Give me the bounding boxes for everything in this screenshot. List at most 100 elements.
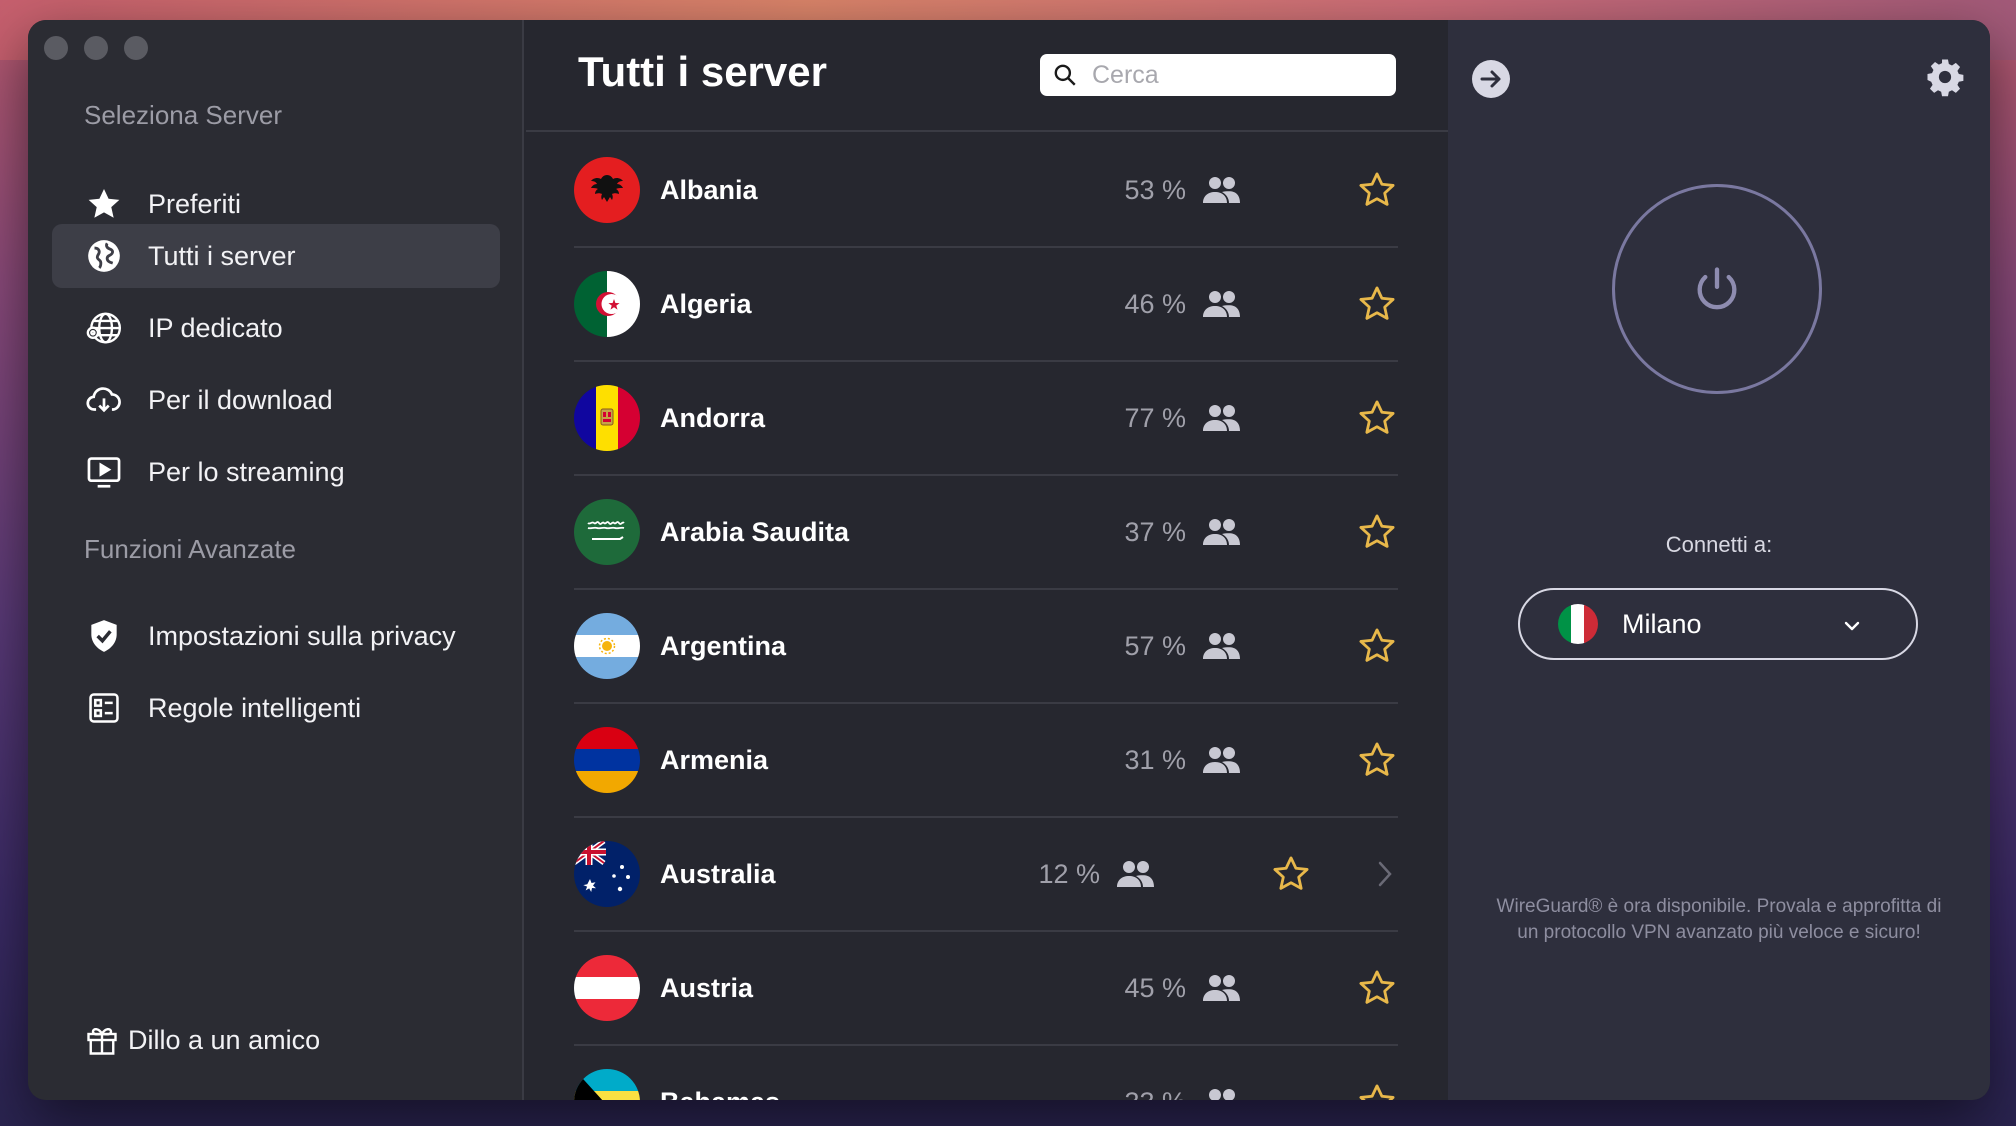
- sidebar-item-label: Per il download: [148, 384, 333, 415]
- star-icon: [84, 184, 124, 224]
- andorra-flag-icon: [574, 385, 640, 451]
- window-controls: [44, 36, 148, 60]
- country-name: Andorra: [660, 402, 766, 433]
- users-icon: [1203, 747, 1240, 773]
- server-row-andorra[interactable]: Andorra 77 %: [574, 362, 1398, 476]
- load-percent: 33 %: [1124, 1087, 1186, 1101]
- sidebar-item-smart-rules[interactable]: Regole intelligenti: [52, 676, 500, 740]
- server-row-algeria[interactable]: Algeria 46 %: [574, 248, 1398, 362]
- server-load: 45 %: [1124, 973, 1242, 1004]
- connection-panel: Connetti a: Milano WireGuard® è ora disp…: [1448, 20, 1990, 1100]
- wireguard-note: WireGuard® è ora disponibile. Provala e …: [1496, 896, 1942, 943]
- favorite-star-icon[interactable]: [1270, 853, 1312, 895]
- server-list-panel: Tutti i server Albania 53 %: [526, 20, 1448, 1100]
- app-window: Seleziona Server Preferiti Tutti i serve…: [28, 20, 1990, 1100]
- tell-a-friend-label: Dillo a un amico: [128, 1024, 321, 1055]
- shield-check-icon: [84, 616, 124, 656]
- server-row-austria[interactable]: Austria 45 %: [574, 932, 1398, 1046]
- chevron-down-icon: [1844, 621, 1860, 631]
- server-load: 57 %: [1124, 631, 1242, 662]
- server-load: 37 %: [1124, 517, 1242, 548]
- austria-flag-icon: [574, 955, 640, 1021]
- minimize-window-button[interactable]: [84, 36, 108, 60]
- rules-list-icon: [84, 688, 124, 728]
- arrow-right-icon[interactable]: [1470, 58, 1512, 100]
- load-percent: 31 %: [1124, 744, 1186, 775]
- sidebar-item-label: Regole intelligenti: [148, 692, 362, 723]
- server-row-argentina[interactable]: Argentina 57 %: [574, 590, 1398, 704]
- power-button[interactable]: [1612, 184, 1822, 394]
- country-name: Australia: [660, 858, 776, 889]
- armenia-flag-icon: [574, 727, 640, 793]
- server-load: 46 %: [1124, 289, 1242, 320]
- sidebar-item-label: Impostazioni sulla privacy: [148, 620, 456, 651]
- location-dropdown[interactable]: Milano: [1518, 588, 1918, 660]
- close-window-button[interactable]: [44, 36, 68, 60]
- server-load: 12 %: [1038, 859, 1156, 890]
- albania-flag-icon: [574, 157, 640, 223]
- users-icon: [1209, 1089, 1235, 1100]
- load-percent: 46 %: [1124, 288, 1186, 319]
- load-percent: 45 %: [1124, 972, 1186, 1003]
- cloud-download-icon: [84, 380, 124, 420]
- favorite-star-icon[interactable]: [1356, 511, 1398, 553]
- zoom-window-button[interactable]: [124, 36, 148, 60]
- gear-icon[interactable]: [1924, 56, 1966, 98]
- sidebar-item-all-servers[interactable]: Tutti i server: [52, 224, 500, 288]
- load-percent: 12 %: [1038, 858, 1100, 889]
- sidebar-item-label: Preferiti: [148, 188, 242, 219]
- country-name: Bahamas: [660, 1087, 780, 1101]
- users-icon: [1203, 975, 1240, 1001]
- search-input[interactable]: [1092, 60, 1372, 90]
- search-box[interactable]: [1040, 54, 1396, 96]
- users-icon: [1203, 291, 1240, 317]
- globe-icon: [84, 236, 124, 276]
- tell-a-friend-button[interactable]: Dillo a un amico: [84, 1022, 320, 1058]
- users-icon: [1203, 633, 1240, 659]
- server-row-albania[interactable]: Albania 53 %: [574, 134, 1398, 248]
- sidebar-item-privacy-settings[interactable]: Impostazioni sulla privacy: [52, 604, 500, 668]
- favorite-star-icon[interactable]: [1356, 169, 1398, 211]
- users-icon: [1203, 519, 1240, 545]
- favorite-star-icon[interactable]: [1356, 1081, 1398, 1100]
- section-label-servers: Seleziona Server: [84, 100, 282, 130]
- chevron-right-icon[interactable]: [1372, 859, 1398, 889]
- country-name: Armenia: [660, 744, 769, 775]
- users-icon: [1203, 405, 1240, 431]
- server-load: 31 %: [1124, 745, 1242, 776]
- server-row-saudi-arabia[interactable]: Arabia Saudita 37 %: [574, 476, 1398, 590]
- sidebar-item-label: Per lo streaming: [148, 456, 345, 487]
- load-percent: 53 %: [1124, 174, 1186, 205]
- play-screen-icon: [84, 452, 124, 492]
- country-name: Algeria: [660, 288, 752, 319]
- search-icon: [1054, 64, 1076, 86]
- power-icon: [1697, 267, 1737, 310]
- page-title: Tutti i server: [578, 48, 827, 95]
- favorite-star-icon[interactable]: [1356, 967, 1398, 1009]
- server-load: 33 %: [1124, 1087, 1242, 1101]
- sidebar-item-dedicated-ip[interactable]: IP dedicato: [52, 296, 500, 360]
- favorite-star-icon[interactable]: [1356, 283, 1398, 325]
- server-row-armenia[interactable]: Armenia 31 %: [574, 704, 1398, 818]
- gift-icon: [87, 1028, 117, 1055]
- sidebar-item-streaming[interactable]: Per lo streaming: [52, 440, 500, 504]
- favorite-star-icon[interactable]: [1356, 397, 1398, 439]
- argentina-flag-icon: [574, 613, 640, 679]
- country-name: Austria: [660, 972, 754, 1003]
- section-label-advanced: Funzioni Avanzate: [84, 534, 296, 564]
- country-name: Argentina: [660, 630, 787, 661]
- server-row-bahamas[interactable]: Bahamas 33 %: [574, 1046, 1398, 1100]
- favorite-star-icon[interactable]: [1356, 739, 1398, 781]
- sidebar-item-label: Tutti i server: [148, 240, 296, 271]
- favorite-star-icon[interactable]: [1356, 625, 1398, 667]
- load-percent: 57 %: [1124, 630, 1186, 661]
- sidebar-item-download[interactable]: Per il download: [52, 368, 500, 432]
- saudi-arabia-flag-icon: [574, 499, 640, 565]
- selected-location: Milano: [1622, 608, 1702, 639]
- load-percent: 77 %: [1124, 402, 1186, 433]
- connect-to-label: Connetti a:: [1665, 532, 1773, 557]
- list-header: Tutti i server: [526, 20, 1448, 132]
- users-icon: [1117, 861, 1154, 887]
- server-row-australia[interactable]: Australia 12 %: [574, 818, 1398, 932]
- bahamas-flag-icon: [574, 1069, 640, 1100]
